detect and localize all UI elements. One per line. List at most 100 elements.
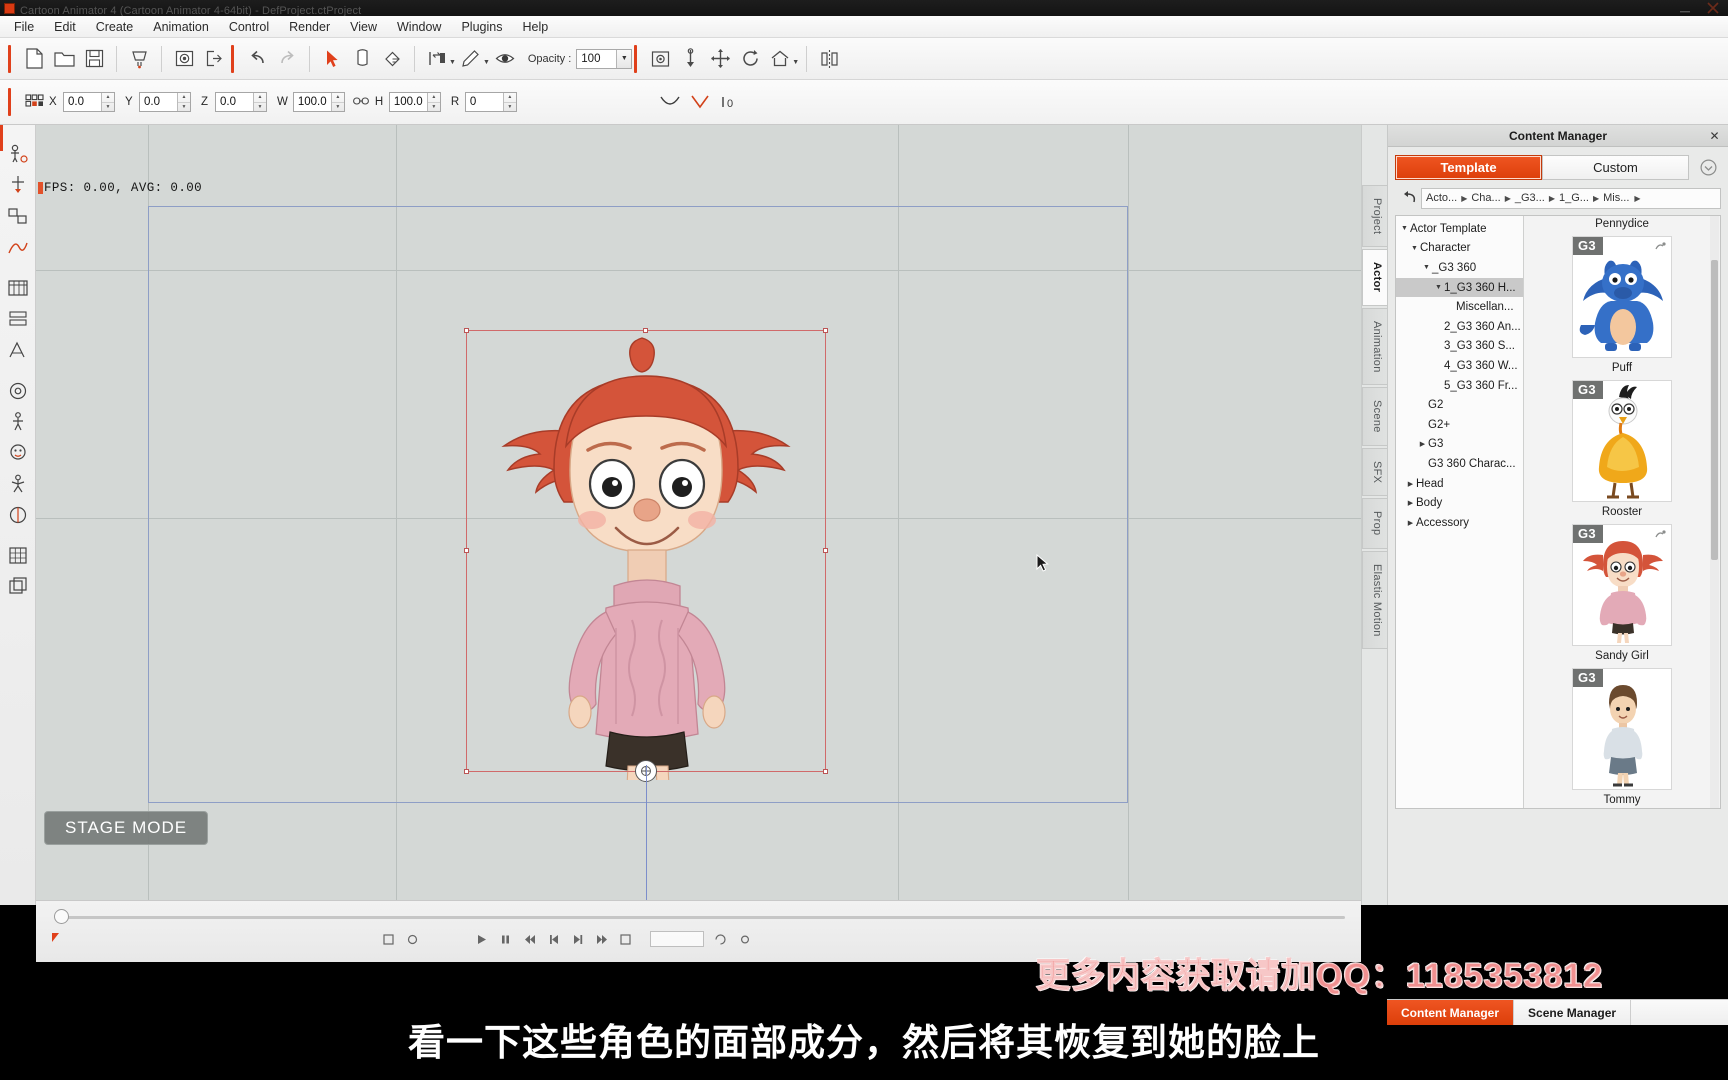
tree-item-3-g3-360-sports[interactable]: 3_G3 360 S... <box>1396 337 1523 357</box>
menu-create[interactable]: Create <box>86 18 144 36</box>
tree-item-body[interactable]: ▶ Body <box>1396 493 1523 513</box>
character-selection-box[interactable] <box>464 328 828 782</box>
curve-icon[interactable] <box>655 87 685 117</box>
record-icon[interactable] <box>405 932 420 947</box>
tree-item-head[interactable]: ▶ Head <box>1396 474 1523 494</box>
tree-item-g2-plus[interactable]: G2+ <box>1396 415 1523 435</box>
h-stepper[interactable]: ▲ ▼ <box>426 93 440 111</box>
options-circle-icon[interactable] <box>1695 155 1721 180</box>
rail-render-setting[interactable] <box>3 376 33 405</box>
z-stepper[interactable]: ▲ ▼ <box>253 93 266 111</box>
settings-icon[interactable] <box>737 932 752 947</box>
rail-face-key[interactable] <box>3 438 33 467</box>
link-icon[interactable] <box>352 95 369 109</box>
close-icon[interactable] <box>1706 2 1720 14</box>
rail-motion-puppet[interactable] <box>3 469 33 498</box>
y-input[interactable]: 0.0 ▲ ▼ <box>139 92 191 112</box>
tree-item-5-g3-360-free[interactable]: 5_G3 360 Fr... <box>1396 376 1523 396</box>
twisty-down-icon[interactable]: ▼ <box>1409 245 1420 252</box>
tab-scene[interactable]: Scene <box>1362 387 1387 446</box>
rotate-icon[interactable] <box>735 44 765 74</box>
twisty-down-icon[interactable]: ▼ <box>1421 264 1432 271</box>
category-tree[interactable]: ▼ Actor Template ▼ Character ▼ _G3 360 ▼… <box>1396 216 1524 808</box>
tree-item-g3-360[interactable]: ▼ _G3 360 <box>1396 258 1523 278</box>
w-field[interactable]: W 100.0 ▲ ▼ <box>277 92 345 112</box>
rail-sprite-editor[interactable] <box>3 201 33 230</box>
menu-edit[interactable]: Edit <box>44 18 86 36</box>
content-store-icon[interactable] <box>124 44 154 74</box>
twisty-down-icon[interactable]: ▼ <box>1433 284 1444 291</box>
mirror-icon[interactable] <box>814 44 844 74</box>
selection-handle[interactable] <box>823 548 828 553</box>
pause-icon[interactable] <box>498 932 513 947</box>
tab-prop[interactable]: Prop <box>1362 498 1387 549</box>
forward-icon[interactable] <box>594 932 609 947</box>
z-field[interactable]: Z 0.0 ▲ ▼ <box>201 92 267 112</box>
new-project-icon[interactable] <box>19 44 49 74</box>
eye-icon[interactable] <box>490 44 520 74</box>
rewind-icon[interactable] <box>522 932 537 947</box>
rail-transform[interactable] <box>3 335 33 364</box>
menu-animation[interactable]: Animation <box>143 18 219 36</box>
tab-animation[interactable]: Animation <box>1362 307 1387 386</box>
thumbnail-item-sandy-girl[interactable]: G3 Sandy Girl <box>1534 524 1710 662</box>
rail-face-puppet[interactable] <box>3 170 33 199</box>
open-project-icon[interactable] <box>49 44 79 74</box>
menu-view[interactable]: View <box>340 18 387 36</box>
import-icon[interactable] <box>169 44 199 74</box>
rail-body-puppet[interactable] <box>3 139 33 168</box>
h-input[interactable]: 100.0 ▲ ▼ <box>388 92 441 112</box>
next-frame-icon[interactable] <box>570 932 585 947</box>
thumbnail-item-tommy[interactable]: G3 Tommy <box>1534 668 1710 806</box>
y-stepper[interactable]: ▲ ▼ <box>177 93 190 111</box>
tab-sfx[interactable]: SFX <box>1362 447 1387 497</box>
undo-icon[interactable] <box>242 44 272 74</box>
menu-window[interactable]: Window <box>387 18 451 36</box>
r-input[interactable]: 0 ▲ ▼ <box>464 92 517 112</box>
pen-icon[interactable] <box>456 44 486 74</box>
twisty-right-icon[interactable]: ▶ <box>1405 480 1416 488</box>
grid-scrollbar-thumb[interactable] <box>1711 260 1718 560</box>
tab-elastic-motion[interactable]: Elastic Motion <box>1362 550 1387 650</box>
prev-frame-icon[interactable] <box>546 932 561 947</box>
opacity-dropdown-caret-icon[interactable]: ▼ <box>616 49 632 68</box>
stop-icon[interactable] <box>381 932 396 947</box>
back-arrow-icon[interactable] <box>1395 188 1421 208</box>
x-input[interactable]: 0.0 ▲ ▼ <box>63 92 115 112</box>
twisty-right-icon[interactable]: ▶ <box>1405 519 1416 527</box>
menu-control[interactable]: Control <box>219 18 279 36</box>
select-arrow-icon[interactable] <box>317 44 347 74</box>
template-thumbnail-grid[interactable]: Pennydice G3 Puff G3 Rooster G3 Sandy Gi… <box>1524 216 1720 808</box>
r-stepper[interactable]: ▲ ▼ <box>502 93 516 111</box>
y-field[interactable]: Y 0.0 ▲ ▼ <box>125 92 191 112</box>
tree-item-miscellaneous[interactable]: Miscellan... <box>1396 297 1523 317</box>
selection-handle[interactable] <box>823 769 828 774</box>
loop-icon[interactable] <box>713 932 728 947</box>
export-icon[interactable] <box>199 44 229 74</box>
tree-item-2-g3-360-animal[interactable]: 2_G3 360 An... <box>1396 317 1523 337</box>
align-icon[interactable] <box>422 44 452 74</box>
tree-item-g2[interactable]: G2 <box>1396 395 1523 415</box>
selection-handle[interactable] <box>823 328 828 333</box>
rail-elastic[interactable] <box>3 500 33 529</box>
breadcrumb-item-misc[interactable]: Mis... <box>1601 192 1631 204</box>
menu-render[interactable]: Render <box>279 18 340 36</box>
rail-timeline[interactable] <box>3 273 33 302</box>
home-icon[interactable] <box>765 44 795 74</box>
rail-grid[interactable] <box>3 541 33 570</box>
thumbnail-item-pennydice[interactable]: Pennydice <box>1534 218 1710 230</box>
tab-actor[interactable]: Actor <box>1362 249 1387 306</box>
transform-icon[interactable] <box>347 44 377 74</box>
selection-handle[interactable] <box>464 548 469 553</box>
paint-bucket-icon[interactable] <box>377 44 407 74</box>
twisty-right-icon[interactable]: ▶ <box>1417 440 1428 448</box>
z-input[interactable]: 0.0 ▲ ▼ <box>215 92 267 112</box>
breadcrumb-item-actor[interactable]: Acto... <box>1424 192 1459 204</box>
menu-plugins[interactable]: Plugins <box>451 18 512 36</box>
opacity-input[interactable]: 100 ▼ <box>576 48 633 69</box>
twisty-down-icon[interactable]: ▼ <box>1399 225 1410 232</box>
tab-template[interactable]: Template <box>1395 155 1542 180</box>
grid-icon[interactable] <box>19 87 49 117</box>
x-field[interactable]: X 0.0 ▲ ▼ <box>49 92 115 112</box>
breadcrumb-item-character[interactable]: Cha... <box>1469 192 1502 204</box>
